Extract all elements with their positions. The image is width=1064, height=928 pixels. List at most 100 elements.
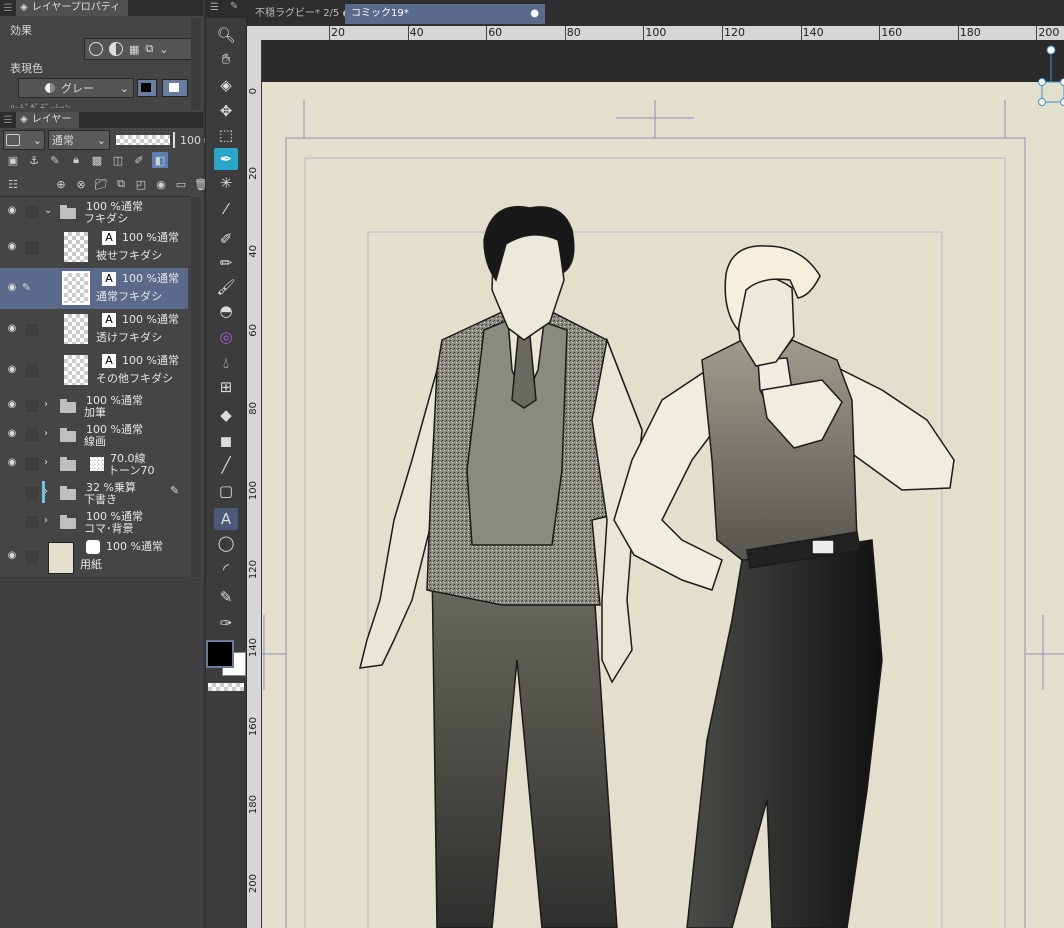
panel-menu-icon[interactable]: ☰ [0,115,16,126]
balloon-tool-icon[interactable]: ◯ [214,532,238,554]
property-scrollbar[interactable] [191,18,201,110]
reference-icon[interactable]: ⚓ [26,152,42,168]
tab-layer[interactable]: ◈ レイヤー [16,112,80,128]
visibility-eye-icon[interactable]: ◉ [4,364,20,375]
black-color-button[interactable] [137,79,157,97]
layer-row[interactable]: ◉ ✎ A 100 %通常 通常フキダシ [0,268,188,310]
decoration-tool-icon[interactable]: ◎ [214,326,238,348]
layer-scrollbar[interactable] [191,197,201,577]
panel-menu-icon[interactable]: ☰ [210,2,219,13]
opacity-slider-handle[interactable] [173,132,175,148]
lock-checkbox[interactable] [26,323,38,336]
layer-row[interactable]: ◉ › 100 %通常 線画 [0,420,188,450]
white-color-button[interactable] [162,79,188,97]
lock-checkbox[interactable] [26,550,38,563]
opacity-slider[interactable] [116,135,170,145]
blend-tool-icon[interactable]: 💧︎ [214,352,238,374]
move-tool-icon[interactable]: ✥ [214,100,238,122]
lock-checkbox[interactable] [26,486,38,499]
hand-tool-icon[interactable]: ✋︎ [214,48,238,70]
balloon-tail-icon[interactable]: ◜ [214,558,238,580]
combine-icon[interactable]: ◰ [133,176,149,192]
effect-buttons[interactable]: ▦ ⧉ ⌄ [84,38,193,60]
chevron-right-icon[interactable]: › [44,399,48,410]
tab-document-1[interactable]: 不穏ラグビー* 2/5 ● [249,4,357,24]
tab-document-2[interactable]: コミック19* ● [345,4,545,24]
selection-tool-icon[interactable]: ⬚ [214,124,238,146]
main-color-swatch[interactable] [206,640,234,668]
lock-icon[interactable]: 🔒︎ [68,152,84,168]
mask-add-icon[interactable]: ◉ [153,176,169,192]
mask-icon[interactable]: ◫ [110,152,126,168]
magic-wand-icon[interactable]: ✳ [214,172,238,194]
transfer-down-icon[interactable]: ⧉ [113,176,129,192]
visibility-eye-icon[interactable]: ◉ [4,399,20,410]
brush-tool-icon[interactable]: 🖌︎ [214,276,238,298]
visibility-eye-icon[interactable]: ◉ [4,205,20,216]
chevron-right-icon[interactable]: › [44,515,48,526]
visibility-eye-icon[interactable]: ◉ [4,241,20,252]
visibility-eye-icon[interactable]: ◉ [4,550,20,561]
layer-row[interactable]: ◉ › 100 %通常 加筆 [0,391,188,421]
opacity-value[interactable]: 100 [180,134,201,147]
layer-row[interactable]: ◉ A 100 %通常 その他フキダシ [0,350,188,392]
text-tool-icon[interactable]: A [214,508,238,530]
zoom-tool-icon[interactable]: 🔍︎ [214,24,238,46]
lock-checkbox[interactable] [26,457,38,470]
pen-tool-icon[interactable]: ✐ [214,228,238,250]
mask-apply-icon[interactable]: ▭ [173,176,189,192]
correct-line-icon[interactable]: ✎ [214,586,238,608]
tab-layer-property[interactable]: ◈ レイヤープロパティ [16,0,129,16]
pen-tab-icon[interactable]: ✎ [230,1,238,12]
border-effect-icon[interactable] [89,42,103,56]
layer-row[interactable]: › 100 %通常 コマ･背景 [0,507,188,537]
chevron-right-icon[interactable]: › [44,457,48,468]
ruler-tool-icon[interactable]: ✑ [214,612,238,634]
lock-checkbox[interactable] [26,364,38,377]
layer-settings-icon[interactable]: ☷ [5,176,21,192]
panel-menu-icon[interactable]: ☰ [0,3,16,14]
lock-checkbox[interactable] [26,428,38,441]
line-tool-icon[interactable]: ╱ [214,454,238,476]
visibility-eye-icon[interactable]: ◉ [4,457,20,468]
layer-row[interactable]: ◉ ⌄ 100 %通常 フキダシ [0,197,188,228]
chevron-down-icon[interactable]: ⌄ [44,205,52,216]
transparent-color-swatch[interactable] [208,683,244,691]
layer-row[interactable]: ◉ › 70.0線 トーン70 [0,449,188,479]
layer-row[interactable]: ◉ A 100 %通常 被せフキダシ [0,227,188,269]
ruler-icon[interactable]: ✐ [131,152,147,168]
layer-row[interactable]: ◉ A 100 %通常 透けフキダシ [0,309,188,351]
new-vector-layer-icon[interactable]: ⊗ [73,176,89,192]
eyedropper-icon[interactable]: ⁄ [214,198,238,220]
layer-row[interactable]: ◉ 100 %通常 用紙 [0,536,188,578]
blend-mode-select[interactable]: 通常 ⌄ [48,130,110,150]
eraser-icon[interactable]: ⊞ [214,376,238,398]
expression-color-select[interactable]: グレー ⌄ [18,78,134,98]
draft-icon[interactable]: ✎ [47,152,63,168]
layer-color-toggle-icon[interactable]: ◧ [152,152,168,168]
airbrush-icon[interactable]: ◓ [214,300,238,322]
fill-tool-icon[interactable]: ◆ [214,404,238,426]
new-raster-layer-icon[interactable]: ⊕ [53,176,69,192]
lock-checkbox[interactable] [26,241,38,254]
chevron-down-icon[interactable]: ⌄ [159,43,168,56]
visibility-eye-icon[interactable]: ◉ [4,323,20,334]
lock-checkbox[interactable]: ✎ [22,281,32,294]
shape-tool-icon[interactable]: ▢ [214,480,238,502]
visibility-eye-icon[interactable]: ◉ [4,282,20,293]
lasso-fill-tool-icon[interactable]: ✒ [214,148,238,170]
layer-color-select[interactable]: ⌄ [3,130,45,150]
chevron-right-icon[interactable]: › [44,428,48,439]
layer-row[interactable]: › ✎ 32 %乗算 下書き [0,478,188,508]
operation-tool-icon[interactable]: ◈ [214,74,238,96]
visibility-eye-icon[interactable]: ◉ [4,428,20,439]
lock-checkbox[interactable] [26,515,38,528]
lock-checkbox[interactable] [26,399,38,412]
lock-checkbox[interactable] [26,206,38,218]
close-icon[interactable]: ● [530,4,539,24]
layer-color-icon[interactable]: ⧉ [145,42,153,56]
canvas-area[interactable] [262,40,1064,928]
gradient-tool-icon[interactable]: ◼ [214,430,238,452]
tone-effect-icon[interactable] [109,42,123,56]
pencil-tool-icon[interactable]: ✏︎ [214,252,238,274]
